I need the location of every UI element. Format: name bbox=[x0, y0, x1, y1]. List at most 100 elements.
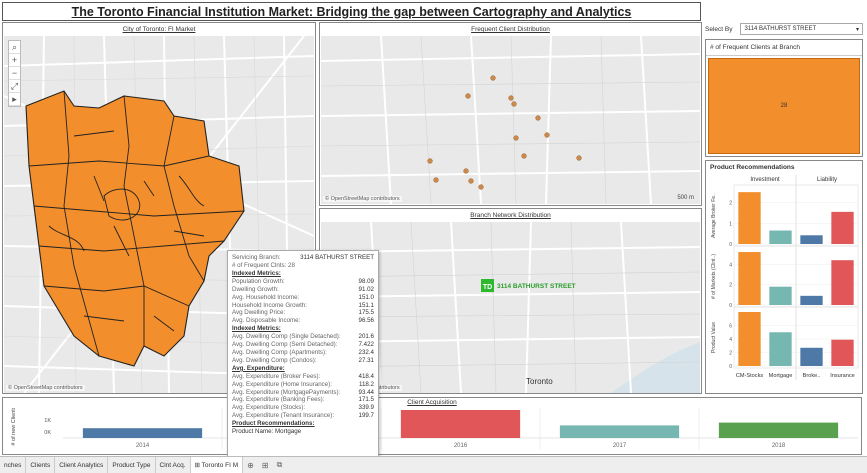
tooltip-metric-value: 175.5 bbox=[358, 309, 374, 317]
bar bbox=[718, 422, 839, 438]
tab-product-type[interactable]: Product Type bbox=[108, 456, 156, 473]
tab-client-acquisition[interactable]: Clnt Acq. bbox=[156, 456, 191, 473]
new-dashboard-icon[interactable]: ⊞ bbox=[258, 461, 273, 470]
map-zoom-controls: ⌕ + − ⤢ ▸ bbox=[8, 40, 21, 107]
product-recommendations-panel: Product Recommendations Investment Liabil… bbox=[705, 160, 863, 394]
tooltip-metric-label: Avg. Expenditure (Stocks): bbox=[232, 404, 306, 412]
sheet-tabs: nches Clients Client Analytics Product T… bbox=[0, 456, 867, 473]
map-pan-icon[interactable]: ⤢ bbox=[9, 80, 20, 93]
branch-marker-label: 3114 BATHURST STREET bbox=[497, 283, 576, 290]
tooltip-metric-label: Avg. Household Income: bbox=[232, 293, 300, 301]
y-tick-label: 4 bbox=[729, 262, 732, 268]
zoom-in-icon[interactable]: + bbox=[9, 54, 20, 67]
tab-client-analytics[interactable]: Client Analytics bbox=[55, 456, 109, 473]
client-acquisition-title: Client Acquisition bbox=[407, 399, 457, 406]
tooltip-metric-value: 418.4 bbox=[358, 372, 374, 380]
y-tick-label: 6 bbox=[729, 324, 732, 330]
osm-attribution: © OpenStreetMap contributors bbox=[323, 196, 402, 202]
tooltip-branch-label: Servicing Branch: bbox=[232, 254, 281, 261]
tooltip-metric-row: Avg. Expenditure (Banking Fees): 171.5 bbox=[232, 396, 374, 404]
bar bbox=[769, 332, 792, 366]
tab-toronto-fi-market[interactable]: ⊞ Toronto FI M bbox=[190, 456, 244, 473]
map-play-icon[interactable]: ▸ bbox=[9, 93, 20, 106]
svg-text:TD: TD bbox=[483, 284, 492, 291]
tooltip-metric-label: Avg. Dwelling Comp (Condos): bbox=[232, 356, 317, 364]
y-tick-label: 0 bbox=[729, 242, 732, 248]
tooltip-metric-row: Population Growth: 98.09 bbox=[232, 278, 374, 286]
zoom-out-icon[interactable]: − bbox=[9, 67, 20, 80]
tooltip-branch-value: 3114 BATHURST STREET bbox=[300, 254, 374, 261]
tooltip-metrics-group-3: Avg. Expenditure (Broker Fees): 418.4 Avg.… bbox=[232, 373, 374, 420]
bar bbox=[831, 211, 854, 244]
tooltip-metric-value: 151.0 bbox=[358, 293, 374, 301]
tooltip-metric-value: 201.6 bbox=[358, 333, 374, 341]
tooltip-metric-label: Avg. Expenditure (Tenant Insurance): bbox=[232, 412, 335, 420]
tooltip-metrics-group-2: Avg. Dwelling Comp (Single Detached): 201… bbox=[232, 333, 374, 365]
new-sheet-icon[interactable]: ⊕ bbox=[243, 461, 258, 470]
kpi-value: 28 bbox=[780, 103, 788, 109]
td-logo-icon: TD bbox=[481, 279, 494, 292]
branch-select-value: 3114 BATHURST STREET bbox=[744, 26, 817, 32]
bar bbox=[769, 286, 792, 305]
y-tick-label: 0K bbox=[44, 430, 51, 436]
kpi-value-box[interactable]: 28 bbox=[708, 58, 860, 154]
chevron-down-icon: ▾ bbox=[855, 26, 859, 33]
dashboard-title: The Toronto Financial Institution Market… bbox=[2, 2, 701, 21]
tooltip-metric-value: 232.4 bbox=[358, 349, 374, 357]
select-by-label: Select By bbox=[705, 25, 733, 33]
client-acquisition-chart: # of new Clients1K0K20142015201620172018 bbox=[11, 408, 858, 450]
x-tick-label: 2014 bbox=[136, 443, 150, 449]
bar bbox=[738, 312, 761, 366]
frequent-client-title: Frequent Client Distribution bbox=[471, 26, 550, 33]
frequent-client-panel: Frequent Client Distribution © OpenStree… bbox=[319, 22, 702, 206]
y-axis-label: Product Value bbox=[711, 322, 717, 353]
tooltip-metric-row: Avg. Expenditure (Tenant Insurance): 199.… bbox=[232, 412, 374, 420]
client-acquisition-panel: Client Acquisition # of new Clients 1K 0K 2… bbox=[2, 397, 862, 455]
frequent-client-map[interactable]: © OpenStreetMap contributors 500 m bbox=[321, 36, 700, 204]
dashboard-icon: ⊞ bbox=[194, 461, 200, 469]
branch-select-dropdown[interactable]: 3114 BATHURST STREET ▾ bbox=[740, 23, 863, 35]
bar bbox=[800, 347, 823, 366]
branch-network-title: Branch Network Distribution bbox=[470, 212, 551, 219]
y-tick-label: 4 bbox=[729, 337, 732, 343]
tooltip-metric-row: Dwelling Growth: 91.02 bbox=[232, 286, 374, 294]
osm-attribution: © OpenStreetMap contributors bbox=[6, 385, 85, 391]
map-search-icon[interactable]: ⌕ bbox=[9, 41, 20, 54]
bar bbox=[559, 425, 680, 438]
x-tick-label: Broke.. bbox=[803, 373, 821, 379]
bar bbox=[400, 410, 521, 438]
dashboard-title-text: The Toronto Financial Institution Market… bbox=[71, 4, 632, 19]
tooltip-metric-label: Dwelling Growth: bbox=[232, 285, 279, 293]
group-label: Investment bbox=[750, 177, 780, 183]
tooltip-metric-label: Avg. Expenditure (Home Insurance): bbox=[232, 380, 332, 388]
frequent-clients-kpi-panel: # of Frequent Clients at Branch 28 bbox=[705, 39, 863, 157]
tooltip-metric-row: Household Income Growth: 151.1 bbox=[232, 302, 374, 310]
y-tick-label: 0 bbox=[729, 364, 732, 370]
y-tick-label: 2 bbox=[729, 283, 732, 289]
tooltip-metric-value: 339.9 bbox=[358, 404, 374, 412]
new-story-icon[interactable]: ⧉ bbox=[273, 460, 287, 470]
tooltip-indexed-metrics-header: Indexed Metrics: bbox=[232, 269, 281, 277]
tooltip-branch-row: Servicing Branch: 3114 BATHURST STREET bbox=[232, 254, 374, 262]
tooltip-metric-label: Avg. Dwelling Comp (Semi Detached): bbox=[232, 341, 338, 349]
tooltip-clients: # of Frequent Clnts: 28 bbox=[232, 261, 295, 269]
tooltip-metric-label: Avg. Disposable Income: bbox=[232, 317, 301, 325]
frequent-client-map-graphic bbox=[321, 36, 700, 204]
tooltip-metric-label: Avg. Expenditure (Broker Fees): bbox=[232, 372, 321, 380]
tooltip-metric-row: Avg. Expenditure (Stocks): 339.9 bbox=[232, 404, 374, 412]
tooltip-metric-value: 27.31 bbox=[358, 356, 374, 364]
tooltip-metric-label: Avg. Expenditure (Banking Fees): bbox=[232, 396, 325, 404]
select-by-filter: Select By 3114 BATHURST STREET ▾ bbox=[705, 22, 863, 36]
x-tick-label: Insurance bbox=[830, 373, 855, 379]
product-recommendations-chart: Investment Liability Average Broker Fe.. 0 1… bbox=[711, 175, 859, 380]
x-tick-label: 2016 bbox=[454, 443, 468, 449]
tab-branches[interactable]: nches bbox=[0, 456, 27, 473]
tab-clients[interactable]: Clients bbox=[26, 456, 56, 473]
tooltip-metric-label: Avg Dwelling Price: bbox=[232, 309, 286, 317]
tab-toronto-fi-label: Toronto FI M bbox=[201, 461, 239, 469]
bar bbox=[831, 260, 854, 305]
tooltip-metric-row: Avg. Expenditure (MortgagePayments): 93.4… bbox=[232, 389, 374, 397]
tooltip-metric-row: Avg. Disposable Income: 96.56 bbox=[232, 317, 374, 325]
bar bbox=[800, 235, 823, 244]
x-tick-label: CM-Stocks bbox=[736, 373, 764, 379]
